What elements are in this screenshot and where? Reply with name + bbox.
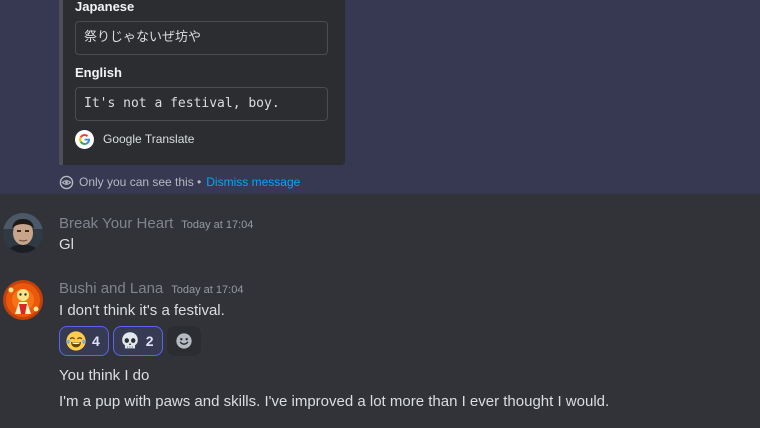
translation-embed: Japanese 祭りじゃないぜ坊や English It's not a fe… xyxy=(59,0,345,165)
ephemeral-message: Japanese 祭りじゃないぜ坊や English It's not a fe… xyxy=(0,0,760,194)
dismiss-message-link[interactable]: Dismiss message xyxy=(206,175,300,189)
google-g-icon xyxy=(75,129,94,149)
timestamp: Today at 17:04 xyxy=(171,284,244,296)
username[interactable]: Break Your Heart xyxy=(59,215,173,232)
embed-field-title-japanese: Japanese xyxy=(75,0,135,14)
embed-footer-text: Google Translate xyxy=(103,132,195,146)
ephemeral-note: Only you can see this • Dismiss message xyxy=(59,174,300,190)
embed-footer: Google Translate xyxy=(75,129,194,149)
smiley-add-icon xyxy=(175,333,192,349)
embed-field-title-english: English xyxy=(75,65,122,80)
embed-field-value-english: It's not a festival, boy. xyxy=(75,87,328,121)
avatar-illustration xyxy=(3,280,43,320)
message-text: I don't think it's a festival. xyxy=(59,302,225,319)
skull-emoji-icon xyxy=(122,332,138,349)
eye-icon xyxy=(59,175,74,189)
message-header: Break Your Heart Today at 17:04 xyxy=(59,215,253,232)
message-text: I'm a pup with paws and skills. I've imp… xyxy=(59,393,610,410)
avatar[interactable] xyxy=(3,280,43,320)
reaction-bar: 4 2 xyxy=(59,326,201,356)
reaction-count: 2 xyxy=(145,333,154,349)
reaction-joy[interactable]: 4 xyxy=(59,326,109,356)
message-break-your-heart: Break Your Heart Today at 17:04 Gl xyxy=(0,194,760,264)
username[interactable]: Bushi and Lana xyxy=(59,280,163,297)
message-bushi-and-lana: Bushi and Lana Today at 17:04 I don't th… xyxy=(0,264,760,428)
message-text: Gl xyxy=(59,236,74,253)
timestamp: Today at 17:04 xyxy=(181,219,254,231)
message-text: You think I do xyxy=(59,367,150,384)
avatar[interactable] xyxy=(3,213,43,253)
add-reaction-button[interactable] xyxy=(166,326,201,356)
chat-view: Japanese 祭りじゃないぜ坊や English It's not a fe… xyxy=(0,0,760,428)
ephemeral-note-text: Only you can see this • xyxy=(79,175,202,189)
message-header: Bushi and Lana Today at 17:04 xyxy=(59,280,243,297)
joy-emoji-icon xyxy=(66,331,86,351)
reaction-count: 4 xyxy=(92,333,100,349)
embed-field-value-japanese: 祭りじゃないぜ坊や xyxy=(75,21,328,55)
reaction-skull[interactable]: 2 xyxy=(112,326,163,356)
avatar-photo xyxy=(3,213,43,253)
